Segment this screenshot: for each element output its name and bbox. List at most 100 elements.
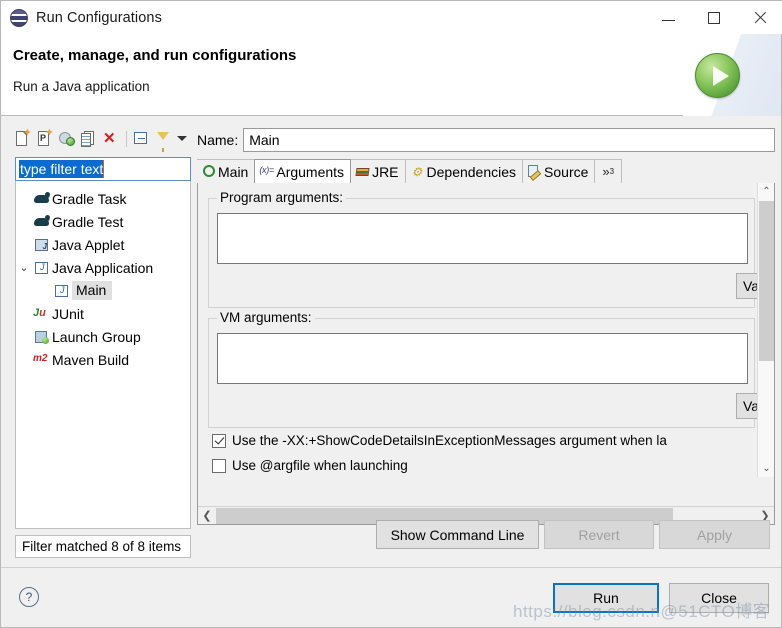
tab-label: Source <box>544 163 589 180</box>
header-banner <box>683 34 781 116</box>
maximize-button[interactable] <box>691 1 737 34</box>
title-bar: Run Configurations <box>1 1 782 34</box>
tree-item-label: Gradle Test <box>52 213 124 230</box>
tree-item-label: Main <box>72 281 113 300</box>
arguments-tab-icon: (x)= <box>259 165 274 175</box>
arguments-tab-panel: Program arguments: Va VM arguments: Va U… <box>197 183 775 525</box>
tree-item-label: JUnit <box>52 305 84 322</box>
tree-item-label: Launch Group <box>52 328 141 345</box>
minimize-button[interactable] <box>645 1 691 34</box>
revert-button[interactable]: Revert <box>544 520 654 549</box>
program-arguments-input[interactable] <box>217 213 748 264</box>
tab-label: Main <box>218 163 249 180</box>
filter-input-value: type filter text <box>19 160 105 178</box>
launch-group-icon <box>32 328 52 346</box>
filter-icon[interactable] <box>153 128 174 152</box>
tab-label: JRE <box>372 163 399 180</box>
tree-toolbar: ✦ P ✦ ✕ <box>8 125 191 152</box>
delete-icon[interactable]: ✕ <box>100 128 121 149</box>
tab-main[interactable]: Main <box>197 159 256 183</box>
tab-label: Dependencies <box>426 163 517 180</box>
minimize-icon <box>661 20 675 21</box>
vm-arguments-label: VM arguments: <box>217 310 315 325</box>
argfile-checkbox[interactable] <box>212 458 226 473</box>
scroll-down-icon[interactable]: ⌄ <box>758 460 774 477</box>
footer-divider <box>1 567 781 568</box>
gradle-icon <box>32 190 52 208</box>
java-app-icon <box>32 259 52 277</box>
name-label: Name: <box>197 132 239 148</box>
tab-dependencies[interactable]: ⚙ Dependencies <box>404 159 524 183</box>
tree-item-label: Java Application <box>52 259 154 276</box>
tab-arguments[interactable]: (x)= Arguments <box>254 159 352 183</box>
help-icon[interactable]: ? <box>19 587 39 607</box>
filter-status-label: Filter matched 8 of 8 items <box>15 535 191 558</box>
eclipse-icon <box>10 8 28 27</box>
program-arguments-group: Program arguments: Va <box>208 190 770 308</box>
jre-tab-icon <box>355 164 372 179</box>
window-controls <box>645 1 782 34</box>
tree-item-java-applet[interactable]: Java Applet <box>16 233 190 256</box>
new-configuration-icon[interactable]: ✦ <box>12 128 33 149</box>
configurations-tree[interactable]: Gradle Task Gradle Test Java Applet ⌄ Ja… <box>15 181 191 529</box>
run-button[interactable]: Run <box>553 583 659 613</box>
vertical-scroll-thumb[interactable] <box>759 201 774 361</box>
tree-item-gradle-task[interactable]: Gradle Task <box>16 187 190 210</box>
configuration-editor: Name: Main Main (x)= Arguments JRE ⚙ Dep… <box>197 125 775 558</box>
apply-button[interactable]: Apply <box>659 520 770 549</box>
tree-item-gradle-test[interactable]: Gradle Test <box>16 210 190 233</box>
tree-item-junit[interactable]: Ju JUnit <box>16 302 190 325</box>
close-window-button[interactable] <box>737 1 782 34</box>
source-tab-icon <box>527 164 544 179</box>
gradle-icon <box>32 213 52 231</box>
tree-expand-twisty[interactable]: ⌄ <box>16 261 32 274</box>
maven-icon: m2 <box>33 352 48 364</box>
new-prototype-icon[interactable]: P ✦ <box>34 128 55 149</box>
show-code-details-label: Use the -XX:+ShowCodeDetailsInExceptionM… <box>232 433 667 448</box>
argfile-label: Use @argfile when launching <box>232 458 408 473</box>
page-subtitle: Run a Java application <box>13 79 150 94</box>
tree-item-maven-build[interactable]: m2 Maven Build <box>16 348 190 371</box>
tab-jre[interactable]: JRE <box>350 159 406 183</box>
tab-label: Arguments <box>276 163 345 180</box>
tree-item-launch-group[interactable]: Launch Group <box>16 325 190 348</box>
search-input[interactable]: type filter text <box>15 157 191 181</box>
duplicate-icon[interactable] <box>78 128 99 149</box>
vm-arguments-input[interactable] <box>217 333 748 384</box>
java-applet-icon <box>32 236 52 254</box>
show-code-details-checkbox[interactable] <box>212 433 226 448</box>
scroll-left-icon[interactable]: ❮ <box>198 507 216 525</box>
tree-item-label: Gradle Task <box>52 190 127 207</box>
tab-bar: Main (x)= Arguments JRE ⚙ Dependencies S… <box>197 159 775 184</box>
junit-icon: Ju <box>33 306 46 319</box>
chevron-down-icon[interactable] <box>175 128 188 149</box>
scroll-up-icon[interactable]: ⌃ <box>758 183 774 200</box>
maximize-icon <box>708 11 720 24</box>
toolbar-divider <box>126 130 127 147</box>
dialog-header: Create, manage, and run configurations R… <box>1 34 781 116</box>
argfile-checkbox-row[interactable]: Use @argfile when launching <box>212 458 408 473</box>
name-row: Name: Main <box>197 128 775 152</box>
java-app-icon <box>52 282 72 300</box>
content-vertical-scrollbar[interactable]: ⌃ ⌄ <box>757 183 774 477</box>
vm-arguments-group: VM arguments: Va <box>208 310 770 428</box>
collapse-all-icon[interactable] <box>131 128 152 149</box>
tab-overflow-button[interactable]: » 3 <box>594 159 623 183</box>
tree-item-main[interactable]: Main <box>16 279 190 302</box>
window-title: Run Configurations <box>36 9 162 26</box>
tree-item-java-application[interactable]: ⌄ Java Application <box>16 256 190 279</box>
configurations-panel: ✦ P ✦ ✕ type filter text Gradle Task Gra… <box>8 125 191 558</box>
page-title: Create, manage, and run configurations <box>13 47 297 64</box>
tab-source[interactable]: Source <box>522 159 596 183</box>
tab-overflow-label: » <box>602 164 610 179</box>
green-run-icon <box>695 53 740 98</box>
name-input[interactable]: Main <box>243 128 775 152</box>
program-arguments-label: Program arguments: <box>217 190 347 205</box>
export-icon[interactable] <box>56 128 77 149</box>
close-button[interactable]: Close <box>669 583 769 613</box>
run-configurations-dialog: Run Configurations Create, manage, and r… <box>0 0 782 628</box>
close-icon <box>753 11 767 25</box>
show-code-details-checkbox-row[interactable]: Use the -XX:+ShowCodeDetailsInExceptionM… <box>212 433 667 448</box>
dependencies-tab-icon: ⚙ <box>411 165 423 179</box>
show-command-line-button[interactable]: Show Command Line <box>376 520 539 549</box>
